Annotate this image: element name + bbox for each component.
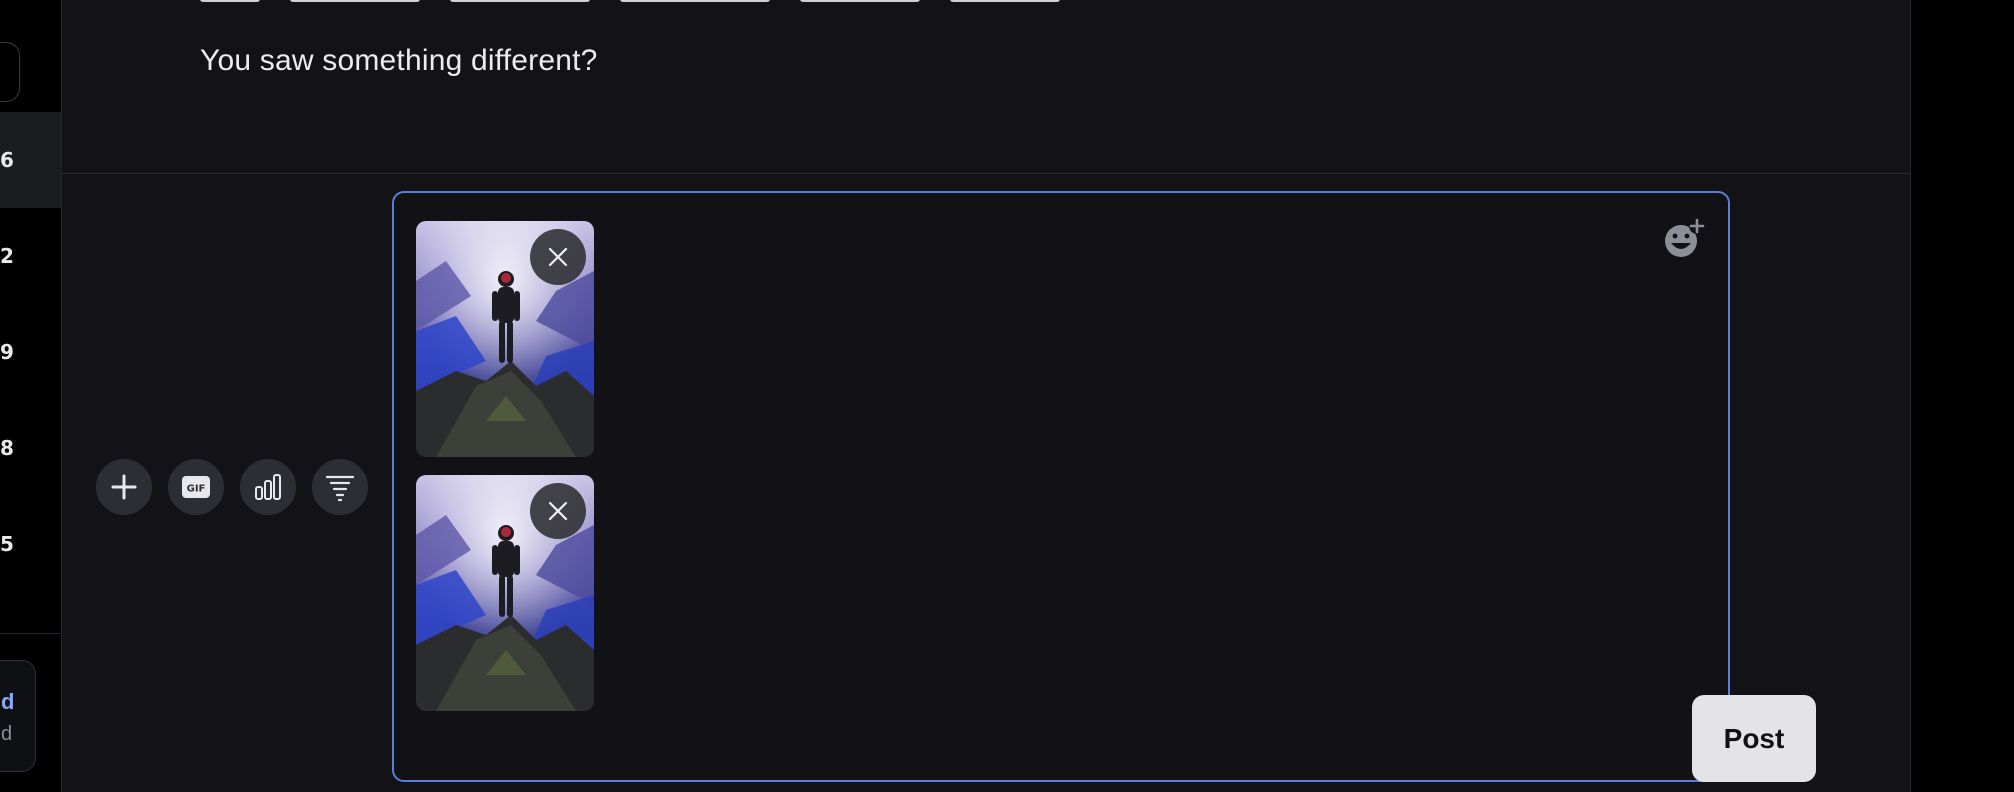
sidebar-divider: [0, 633, 61, 634]
sidebar-item-count: 5: [0, 532, 14, 556]
gif-button[interactable]: GIF: [168, 459, 224, 515]
main-column: You saw something different? GIF: [62, 0, 1911, 792]
sidebar-item-2[interactable]: 2: [0, 208, 61, 304]
close-icon: [548, 247, 568, 267]
sidebar-item-5[interactable]: 5: [0, 496, 61, 592]
emoji-button[interactable]: [1662, 217, 1706, 261]
gif-icon: GIF: [182, 476, 210, 498]
filter-button[interactable]: [312, 459, 368, 515]
sidebar-item-3[interactable]: 9: [0, 304, 61, 400]
sidebar-pill-button[interactable]: [0, 42, 20, 102]
sidebar-card-subtitle: d: [1, 723, 13, 745]
attachment-1: [416, 221, 594, 457]
post-button[interactable]: Post: [1692, 695, 1816, 782]
bar-chart-icon: [255, 474, 281, 500]
attachment-2: [416, 475, 594, 711]
post-body-text: You saw something different?: [200, 44, 598, 77]
poll-button[interactable]: [240, 459, 296, 515]
sidebar-item-1[interactable]: 6: [0, 112, 61, 208]
sidebar-card[interactable]: d d: [0, 660, 36, 772]
filter-icon: [325, 475, 355, 502]
emoji-add-icon: [1665, 218, 1705, 257]
composer-box[interactable]: [392, 191, 1730, 782]
sidebar-item-count: 8: [0, 436, 14, 460]
gif-icon-text: GIF: [187, 484, 206, 495]
remove-attachment-button[interactable]: [530, 229, 586, 285]
sidebar-card-title: d: [1, 689, 15, 714]
plus-icon: [111, 474, 137, 500]
sidebar-item-4[interactable]: 8: [0, 400, 61, 496]
left-sidebar: 6 2 9 8 5 d d: [0, 0, 62, 792]
add-media-button[interactable]: [96, 459, 152, 515]
app-window: 6 2 9 8 5 d d You saw something differen…: [0, 0, 2014, 792]
divider: [62, 173, 1911, 174]
sidebar-item-count: 9: [0, 340, 14, 364]
sidebar-item-count: 2: [0, 244, 14, 268]
cut-off-text-line: [200, 0, 1100, 6]
sidebar-item-count: 6: [0, 148, 14, 172]
remove-attachment-button[interactable]: [530, 483, 586, 539]
close-icon: [548, 501, 568, 521]
